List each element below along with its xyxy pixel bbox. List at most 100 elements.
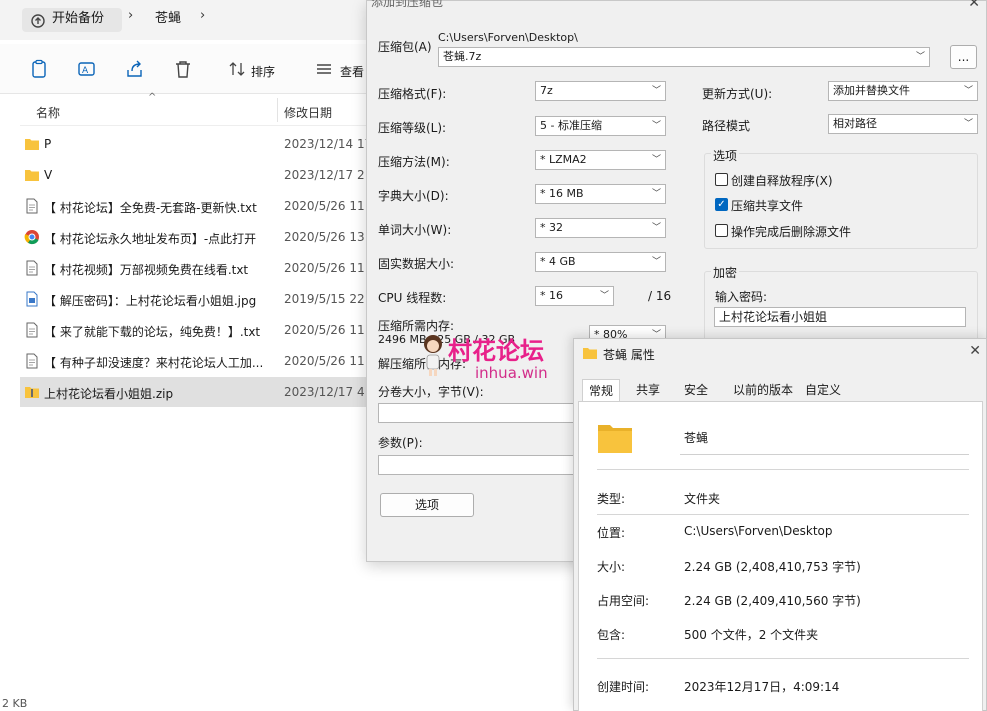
- file-name: 【 有种子却没速度？来村花论坛人工加...: [44, 356, 264, 370]
- file-name: 【 来了就能下载的论坛，纯免费！】.txt: [44, 325, 261, 339]
- update-mode-combo[interactable]: 添加并替换文件 ﹀: [828, 81, 978, 101]
- shared-checkbox[interactable]: ✓: [715, 198, 728, 211]
- browse-button[interactable]: ...: [950, 45, 977, 69]
- file-date: 2020/5/26 13:: [284, 230, 369, 244]
- chevron-down-icon: ﹀: [963, 86, 973, 96]
- level-combo[interactable]: 5 - 标准压缩 ﹀: [535, 116, 666, 136]
- archive-name-combo[interactable]: 苍蝇.7z ﹀: [438, 47, 930, 67]
- breadcrumb-current[interactable]: 苍蝇: [155, 8, 181, 30]
- mascot-icon: [424, 335, 442, 376]
- close-icon[interactable]: ✕: [968, 0, 980, 11]
- file-name: 上村花论坛看小姐姐.zip: [44, 387, 174, 401]
- file-row[interactable]: V 2023/12/17 2:: [20, 160, 370, 190]
- chevron-right-icon: ›: [128, 8, 134, 23]
- sfx-checkbox[interactable]: [715, 173, 728, 186]
- file-date: 2020/5/26 11:: [284, 199, 369, 213]
- folder-name-input[interactable]: 苍蝇: [680, 425, 969, 455]
- breadcrumb-home[interactable]: 开始备份: [22, 8, 122, 32]
- file-date: 2020/5/26 11:: [284, 354, 369, 368]
- view-label[interactable]: 查看: [340, 63, 364, 80]
- sort-up-icon: ^: [148, 92, 157, 103]
- tab-previous-versions[interactable]: 以前的版本: [727, 379, 799, 401]
- dialog-title: 苍蝇 属性: [603, 348, 655, 362]
- column-date[interactable]: 修改日期: [284, 104, 332, 121]
- paste-icon[interactable]: [28, 58, 50, 80]
- shared-label: 压缩共享文件: [731, 199, 804, 213]
- tab-general[interactable]: 常规: [582, 379, 621, 401]
- watermark-url: inhua.win: [475, 364, 548, 382]
- file-name: V: [44, 168, 53, 182]
- folder-icon: [25, 170, 39, 181]
- method-value: * LZMA2: [540, 153, 587, 166]
- contains-label: 包含:: [597, 628, 626, 642]
- type-label: 类型:: [597, 492, 626, 506]
- created-label: 创建时间:: [597, 680, 650, 694]
- path-mode-combo[interactable]: 相对路径 ﹀: [828, 114, 978, 134]
- rename-icon[interactable]: A: [76, 58, 98, 80]
- password-label: 输入密码:: [715, 290, 768, 304]
- delete-after-label: 操作完成后删除源文件: [731, 225, 852, 239]
- file-row[interactable]: P 2023/12/14 17: [20, 129, 372, 159]
- folder-name-value: 苍蝇: [684, 431, 709, 445]
- encryption-group: [704, 271, 978, 341]
- text-file-icon: [26, 198, 38, 214]
- chevron-down-icon: ﹀: [651, 223, 661, 233]
- memory-label: 压缩所需内存:: [378, 319, 455, 333]
- chrome-icon: [24, 230, 39, 245]
- parameters-input[interactable]: [378, 455, 578, 475]
- file-row[interactable]: 【 村花论坛】全免费-无套路-更新快.txt 2020/5/26 11:: [20, 191, 370, 221]
- level-label: 压缩等级(L):: [378, 121, 447, 135]
- file-name: P: [44, 137, 52, 151]
- chevron-right-icon[interactable]: ›: [200, 8, 205, 23]
- file-row[interactable]: 【 村花论坛永久地址发布页】-点此打开 2020/5/26 13:: [20, 222, 370, 252]
- dialog-title: 添加到压缩包: [371, 0, 444, 9]
- sort-label[interactable]: 排序: [251, 63, 275, 80]
- path-mode-label: 路径模式: [702, 119, 751, 133]
- divider: [597, 514, 969, 515]
- size-label: 大小:: [597, 560, 626, 574]
- file-row[interactable]: 【 有种子却没速度？来村花论坛人工加... 2020/5/26 11:: [20, 346, 370, 376]
- chevron-down-icon: ﹀: [651, 189, 661, 199]
- delete-after-checkbox[interactable]: [715, 224, 728, 237]
- password-input[interactable]: 上村花论坛看小姐姐: [714, 307, 966, 327]
- column-name[interactable]: 名称: [36, 104, 60, 121]
- archive-path: C:\Users\Forven\Desktop\: [438, 31, 578, 44]
- cloud-backup-icon: [31, 14, 45, 28]
- size-value: 2.24 GB (2,408,410,753 字节): [684, 560, 861, 574]
- file-row[interactable]: 【 解压密码】：上村花论坛看小姐姐.jpg 2019/5/15 22:: [20, 284, 370, 314]
- file-row[interactable]: 【 来了就能下载的论坛，纯免费！】.txt 2020/5/26 11:: [20, 315, 370, 345]
- location-value: C:\Users\Forven\Desktop: [684, 524, 833, 538]
- dictionary-combo[interactable]: * 16 MB ﹀: [535, 184, 666, 204]
- sort-icon[interactable]: [226, 58, 248, 80]
- file-date: 2020/5/26 11:: [284, 323, 369, 337]
- chevron-down-icon: ﹀: [651, 121, 661, 131]
- chevron-down-icon: ﹀: [915, 52, 925, 62]
- method-label: 压缩方法(M):: [378, 155, 450, 169]
- close-icon[interactable]: ✕: [969, 343, 981, 359]
- word-size-label: 单词大小(W):: [378, 223, 452, 237]
- folder-icon: [598, 425, 632, 453]
- volume-size-input[interactable]: [378, 403, 578, 423]
- divider: [597, 469, 969, 470]
- contains-value: 500 个文件，2 个文件夹: [684, 628, 819, 642]
- file-name: 【 村花论坛永久地址发布页】-点此打开: [44, 232, 257, 246]
- format-combo[interactable]: 7z ﹀: [535, 81, 666, 101]
- tab-customize[interactable]: 自定义: [799, 379, 847, 401]
- options-button[interactable]: 选项: [380, 493, 474, 517]
- tab-sharing[interactable]: 共享: [630, 379, 666, 401]
- archive-name-value: 苍蝇.7z: [443, 50, 482, 63]
- threads-total: / 16: [648, 289, 672, 303]
- tab-security[interactable]: 安全: [678, 379, 714, 401]
- delete-icon[interactable]: [172, 58, 194, 80]
- word-size-combo[interactable]: * 32 ﹀: [535, 218, 666, 238]
- view-icon[interactable]: [313, 58, 335, 80]
- file-row[interactable]: 【 村花视频】万部视频免费在线看.txt 2020/5/26 11:: [20, 253, 370, 283]
- divider: [597, 658, 969, 659]
- sfx-label: 创建自释放程序(X): [731, 174, 833, 188]
- file-date: 2020/5/26 11:: [284, 261, 369, 275]
- method-combo[interactable]: * LZMA2 ﹀: [535, 150, 666, 170]
- threads-combo[interactable]: * 16 ﹀: [535, 286, 614, 306]
- share-icon[interactable]: [124, 58, 146, 80]
- solid-size-combo[interactable]: * 4 GB ﹀: [535, 252, 666, 272]
- column-divider[interactable]: [277, 98, 278, 122]
